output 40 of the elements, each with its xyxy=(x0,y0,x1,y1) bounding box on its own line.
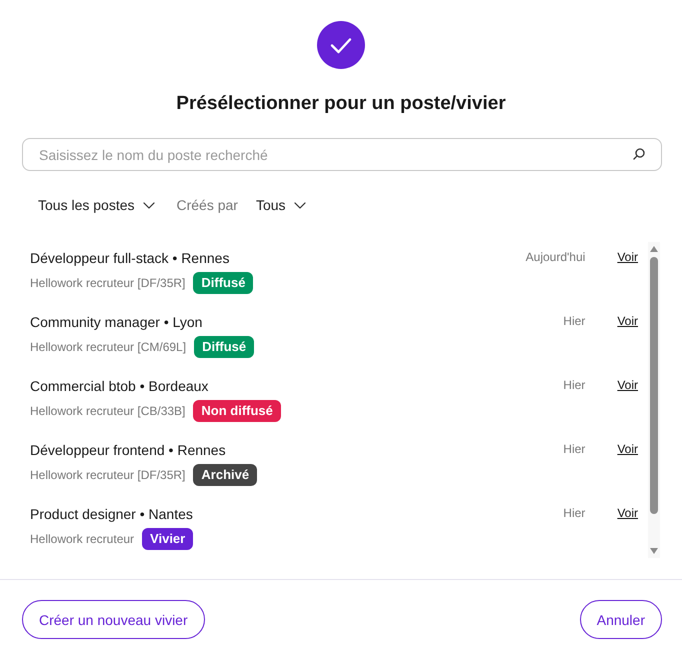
action-button[interactable]: Créer un nouveau vivier xyxy=(22,600,205,639)
scrollbar-thumb[interactable] xyxy=(650,257,658,514)
check-icon xyxy=(317,21,365,69)
status-badge: Vivier xyxy=(142,528,194,550)
search-field[interactable]: Saisissez le nom du poste recherché xyxy=(22,138,662,171)
view-link[interactable]: Voir xyxy=(617,312,638,330)
filter-label: Créés par xyxy=(176,197,238,213)
scroll-up-icon[interactable] xyxy=(650,246,658,252)
dialog-title: Présélectionner pour un poste/vivier xyxy=(176,92,506,116)
recruiter-text: Hellowork recruteur [CM/69L] xyxy=(30,340,186,354)
view-link[interactable]: Voir xyxy=(617,504,638,522)
date-text: Aujourd'hui xyxy=(526,249,586,266)
date-text: Hier xyxy=(563,441,586,458)
date-text: Hier xyxy=(563,377,586,394)
scroll-down-icon[interactable] xyxy=(650,548,658,554)
job-title: Développeur full-stack • Rennes xyxy=(30,249,230,268)
status-badge: Archivé xyxy=(193,464,258,486)
chevron-down-icon xyxy=(294,202,306,208)
job-title: Développeur frontend • Rennes xyxy=(30,441,226,460)
status-badge: Diffusé xyxy=(193,272,254,294)
date-text: Hier xyxy=(563,505,586,522)
view-link[interactable]: Voir xyxy=(617,440,638,458)
filter-dropdown[interactable]: Tous les postes xyxy=(38,197,154,213)
status-badge: Non diffusé xyxy=(193,400,281,422)
job-title: Product designer • Nantes xyxy=(30,505,193,524)
chevron-down-icon xyxy=(142,202,154,208)
date-text: Hier xyxy=(563,313,586,330)
recruiter-text: Hellowork recruteur xyxy=(30,532,134,546)
status-badge: Diffusé xyxy=(194,336,254,358)
recruiter-text: Hellowork recruteur [CB/33B] xyxy=(30,404,186,418)
action-button[interactable]: Annuler xyxy=(580,600,662,639)
filter-dropdown[interactable]: Tous xyxy=(256,197,306,213)
search-icon[interactable] xyxy=(633,148,645,160)
recruiter-text: Hellowork recruteur [DF/35R] xyxy=(30,276,186,290)
job-title: Community manager • Lyon xyxy=(30,313,202,332)
scrollbar[interactable] xyxy=(648,242,660,558)
view-link[interactable]: Voir xyxy=(617,376,638,394)
view-link[interactable]: Voir xyxy=(617,248,638,266)
recruiter-text: Hellowork recruteur [DF/35R] xyxy=(30,468,186,482)
job-title: Commercial btob • Bordeaux xyxy=(30,377,208,396)
